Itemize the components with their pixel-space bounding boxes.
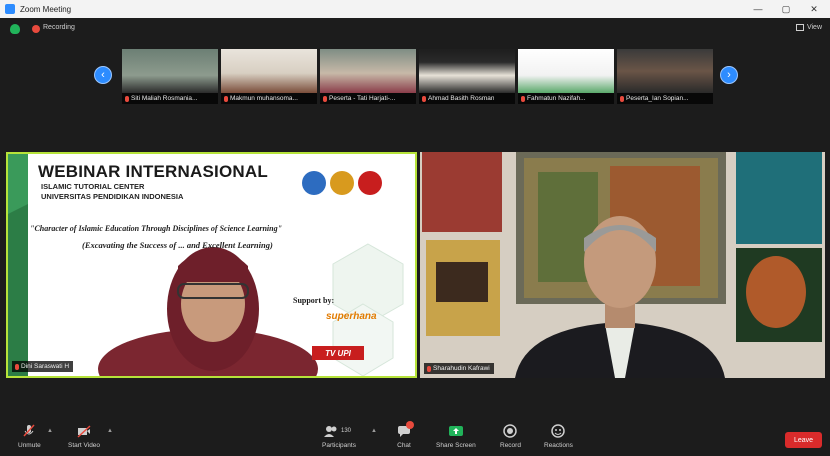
close-button[interactable]: ✕ (800, 0, 828, 18)
muted-mic-icon (323, 95, 327, 102)
share-screen-label: Share Screen (436, 442, 476, 449)
window-title: Zoom Meeting (20, 4, 72, 14)
meeting-controls-toolbar: Unmute ▲ Start Video ▲ 130 Participants … (0, 420, 830, 456)
speaker-name-tag: Dini Saraswati H (12, 361, 74, 372)
view-label: View (806, 24, 822, 31)
chat-icon (397, 421, 414, 438)
recording-label: Recording (43, 24, 75, 31)
reactions-smiley-icon (551, 424, 566, 438)
unread-chat-badge (406, 421, 414, 429)
participant-name-bar: Ahmad Basith Rosman (419, 93, 515, 104)
video-options-caret-icon[interactable]: ▲ (107, 428, 113, 434)
participant-thumbnail[interactable]: Siti Maliah Rosmania... (122, 49, 218, 104)
participant-name-bar: Fahmatun Nazifah... (518, 93, 614, 104)
participant-name-bar: Siti Maliah Rosmania... (122, 93, 218, 104)
participant-video (518, 49, 614, 93)
participants-button[interactable]: 130 Participants (322, 424, 356, 449)
minimize-button[interactable]: — (744, 0, 772, 18)
title-bar: Zoom Meeting — ▢ ✕ (0, 0, 830, 18)
zoom-app-icon (5, 4, 15, 14)
start-video-label: Start Video (68, 442, 101, 449)
participant-thumbnail[interactable]: Fahmatun Nazifah... (518, 49, 614, 104)
share-screen-button[interactable]: Share Screen (436, 424, 476, 449)
record-icon (503, 424, 518, 438)
participant-name: Peserta - Tati Harjati-... (329, 95, 396, 102)
muted-mic-icon (422, 95, 426, 102)
institution-logo-icon (330, 171, 354, 195)
participant-name-tag: Sharahudin Kafrawi (424, 363, 494, 374)
participant-video (122, 49, 218, 93)
muted-mic-icon (125, 95, 129, 102)
leave-meeting-button[interactable]: Leave (785, 432, 822, 448)
maximize-button[interactable]: ▢ (772, 0, 800, 18)
sponsor-logo-text: superhana (326, 311, 377, 322)
muted-mic-icon (15, 363, 19, 370)
meeting-status-bar: Recording View (0, 18, 830, 40)
participant-video (221, 49, 317, 93)
slide-support-label: Support by: (293, 296, 335, 305)
chat-label: Chat (397, 442, 411, 449)
speaker-name: Dini Saraswati H (21, 363, 70, 370)
participant-name: Siti Maliah Rosmania... (131, 95, 198, 102)
next-page-arrow-icon[interactable]: › (720, 66, 738, 84)
participant-name-bar: Makmun muhansoma... (221, 93, 317, 104)
participant-video (320, 49, 416, 93)
participant-thumbnail[interactable]: Makmun muhansoma... (221, 49, 317, 104)
muted-mic-icon (427, 365, 431, 372)
slide-theme: "Character of Islamic Education Through … (30, 224, 283, 233)
muted-mic-icon (620, 95, 624, 102)
previous-page-arrow-icon[interactable]: ‹ (94, 66, 112, 84)
muted-mic-icon (224, 95, 228, 102)
participant-video (419, 49, 515, 93)
participant-video (617, 49, 713, 93)
chat-button[interactable]: Chat (397, 421, 414, 449)
slide-title: WEBINAR INTERNASIONAL (38, 162, 268, 181)
participant-thumbnail[interactable]: Peserta - Tati Harjati-... (320, 49, 416, 104)
participant-name-bar: Peserta - Tati Harjati-... (320, 93, 416, 104)
share-screen-icon (448, 424, 463, 438)
slide-logos (302, 166, 402, 200)
anniversary-logo-icon (358, 171, 382, 195)
participant-name-bar: Peserta_Ian Sopian... (617, 93, 713, 104)
participant-thumbnail[interactable]: Ahmad Basith Rosman (419, 49, 515, 104)
slide-subtitle: UNIVERSITAS PENDIDIKAN INDONESIA (41, 192, 184, 201)
active-speaker-tile[interactable]: WEBINAR INTERNASIONAL ISLAMIC TUTORIAL C… (6, 152, 417, 378)
record-button[interactable]: Record (500, 424, 521, 449)
slide-theme: (Excavating the Success of ... and Excel… (82, 240, 273, 250)
participants-label: Participants (322, 442, 356, 449)
unmute-label: Unmute (18, 442, 41, 449)
unmute-button[interactable]: Unmute (18, 424, 41, 449)
reactions-button[interactable]: Reactions (544, 424, 573, 449)
microphone-muted-icon (22, 424, 36, 438)
slide-subtitle: ISLAMIC TUTORIAL CENTER (41, 182, 145, 191)
participant-name: Makmun muhansoma... (230, 95, 298, 102)
participant-thumbnail[interactable]: Peserta_Ian Sopian... (617, 49, 713, 104)
participant-video (420, 152, 825, 378)
participants-icon: 130 (323, 424, 354, 438)
participant-video-tile[interactable]: Sharahudin Kafrawi (420, 152, 825, 378)
start-video-button[interactable]: Start Video (68, 424, 100, 449)
participant-name: Ahmad Basith Rosman (428, 95, 495, 102)
participant-name: Sharahudin Kafrawi (433, 365, 490, 372)
participant-name: Peserta_Ian Sopian... (626, 95, 689, 102)
audio-options-caret-icon[interactable]: ▲ (47, 428, 53, 434)
institution-logo-icon (302, 171, 326, 195)
record-label: Record (500, 442, 521, 449)
encryption-shield-icon[interactable] (10, 24, 20, 34)
video-off-icon (77, 424, 91, 438)
grid-view-icon (795, 24, 804, 31)
participants-options-caret-icon[interactable]: ▲ (371, 428, 377, 434)
participant-name: Fahmatun Nazifah... (527, 95, 586, 102)
participants-count: 130 (340, 428, 351, 434)
muted-mic-icon (521, 95, 525, 102)
reactions-label: Reactions (544, 442, 573, 449)
recording-icon (32, 25, 40, 33)
view-button[interactable]: View (795, 24, 822, 31)
zoom-window: Zoom Meeting — ▢ ✕ Recording View ‹ Siti… (0, 0, 830, 456)
tv-upi-logo: TV UPI (312, 346, 364, 360)
